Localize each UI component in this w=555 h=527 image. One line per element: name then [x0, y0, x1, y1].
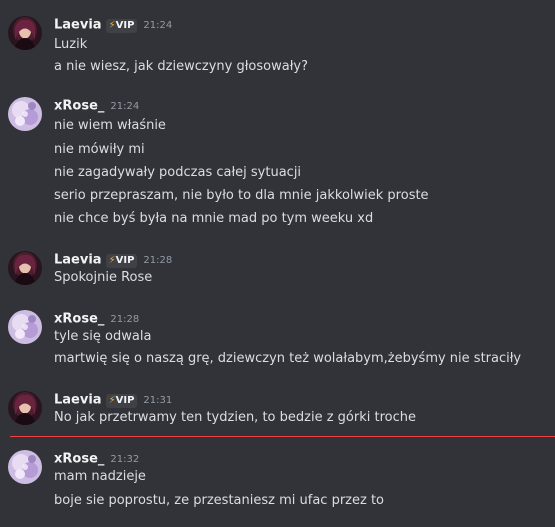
chat-message-list: Laevia ⚡VIP 21:24 Luzik a nie wiesz, jak d…: [0, 0, 555, 527]
message-group: xRose_ 21:32 mam nadzieje boje sie popros…: [0, 450, 555, 512]
timestamp[interactable]: 21:28: [110, 314, 139, 325]
avatar-image-xrose: [8, 310, 42, 344]
message-text: nie mówiły mi: [54, 142, 145, 157]
avatar[interactable]: [8, 310, 42, 344]
message-group: xRose_ 21:28 tyle się odwala martwię się …: [0, 310, 555, 370]
message-header: Laevia ⚡VIP 21:31: [54, 391, 172, 409]
badge-label: VIP: [115, 19, 135, 31]
username[interactable]: Laevia: [54, 253, 102, 268]
message-text: nie chce byś była na mnie mad po tym wee…: [54, 211, 374, 226]
message-text: Luzik: [54, 37, 88, 52]
message-text: No jak przetrwamy ten tydzien, to bedzie…: [54, 410, 416, 425]
username[interactable]: xRose_: [54, 99, 104, 114]
message-group: Laevia ⚡VIP 21:31 No jak przetrwamy ten ty…: [0, 391, 555, 431]
username[interactable]: Laevia: [54, 18, 102, 33]
avatar[interactable]: [8, 450, 42, 484]
message-text: a nie wiesz, jak dziewczyny głosowały?: [54, 59, 308, 74]
message-group: Laevia ⚡VIP 21:24 Luzik a nie wiesz, jak d…: [0, 16, 555, 76]
message-text: serio przepraszam, nie było to dla mnie …: [54, 188, 429, 203]
lightning-bolt-icon: ⚡: [108, 254, 116, 266]
avatar[interactable]: [8, 97, 42, 131]
avatar[interactable]: [8, 391, 42, 425]
message-text: martwię się o naszą grę, dziewczyn też w…: [54, 351, 522, 366]
timestamp[interactable]: 21:28: [143, 255, 172, 266]
message-text: Spokojnie Rose: [54, 270, 153, 285]
message-header: Laevia ⚡VIP 21:28: [54, 251, 172, 269]
lightning-bolt-icon: ⚡: [108, 19, 116, 31]
message-header: xRose_ 21:28: [54, 310, 139, 328]
avatar-image-laevia: [8, 391, 42, 425]
message-text: nie wiem właśnie: [54, 118, 166, 133]
badge-label: VIP: [115, 394, 135, 406]
message-text: nie zagadywały podczas całej sytuacji: [54, 165, 302, 180]
badge-label: VIP: [115, 254, 135, 266]
lightning-bolt-icon: ⚡: [108, 394, 116, 406]
message-header: xRose_ 21:32: [54, 450, 139, 468]
avatar-image-laevia: [8, 16, 42, 50]
message-text: tyle się odwala: [54, 329, 152, 344]
vip-badge: ⚡VIP: [105, 18, 138, 33]
message-header: xRose_ 21:24: [54, 97, 139, 115]
message-text: mam nadzieje: [54, 469, 146, 484]
message-group: xRose_ 21:24 nie wiem właśnie nie mówiły …: [0, 97, 555, 229]
timestamp[interactable]: 21:32: [110, 454, 139, 465]
timestamp[interactable]: 21:24: [110, 101, 139, 112]
avatar[interactable]: [8, 16, 42, 50]
avatar[interactable]: [8, 251, 42, 285]
username[interactable]: xRose_: [54, 452, 104, 467]
avatar-image-xrose: [8, 450, 42, 484]
message-group: Laevia ⚡VIP 21:28 Spokojnie Rose: [0, 251, 555, 291]
username[interactable]: xRose_: [54, 312, 104, 327]
new-messages-divider: [10, 436, 555, 437]
timestamp[interactable]: 21:24: [143, 20, 172, 31]
vip-badge: ⚡VIP: [105, 253, 138, 268]
message-header: Laevia ⚡VIP 21:24: [54, 16, 172, 34]
vip-badge: ⚡VIP: [105, 393, 138, 408]
message-text: boje sie poprostu, ze przestaniesz mi uf…: [54, 493, 384, 508]
username[interactable]: Laevia: [54, 393, 102, 408]
timestamp[interactable]: 21:31: [143, 395, 172, 406]
avatar-image-laevia: [8, 251, 42, 285]
avatar-image-xrose: [8, 97, 42, 131]
